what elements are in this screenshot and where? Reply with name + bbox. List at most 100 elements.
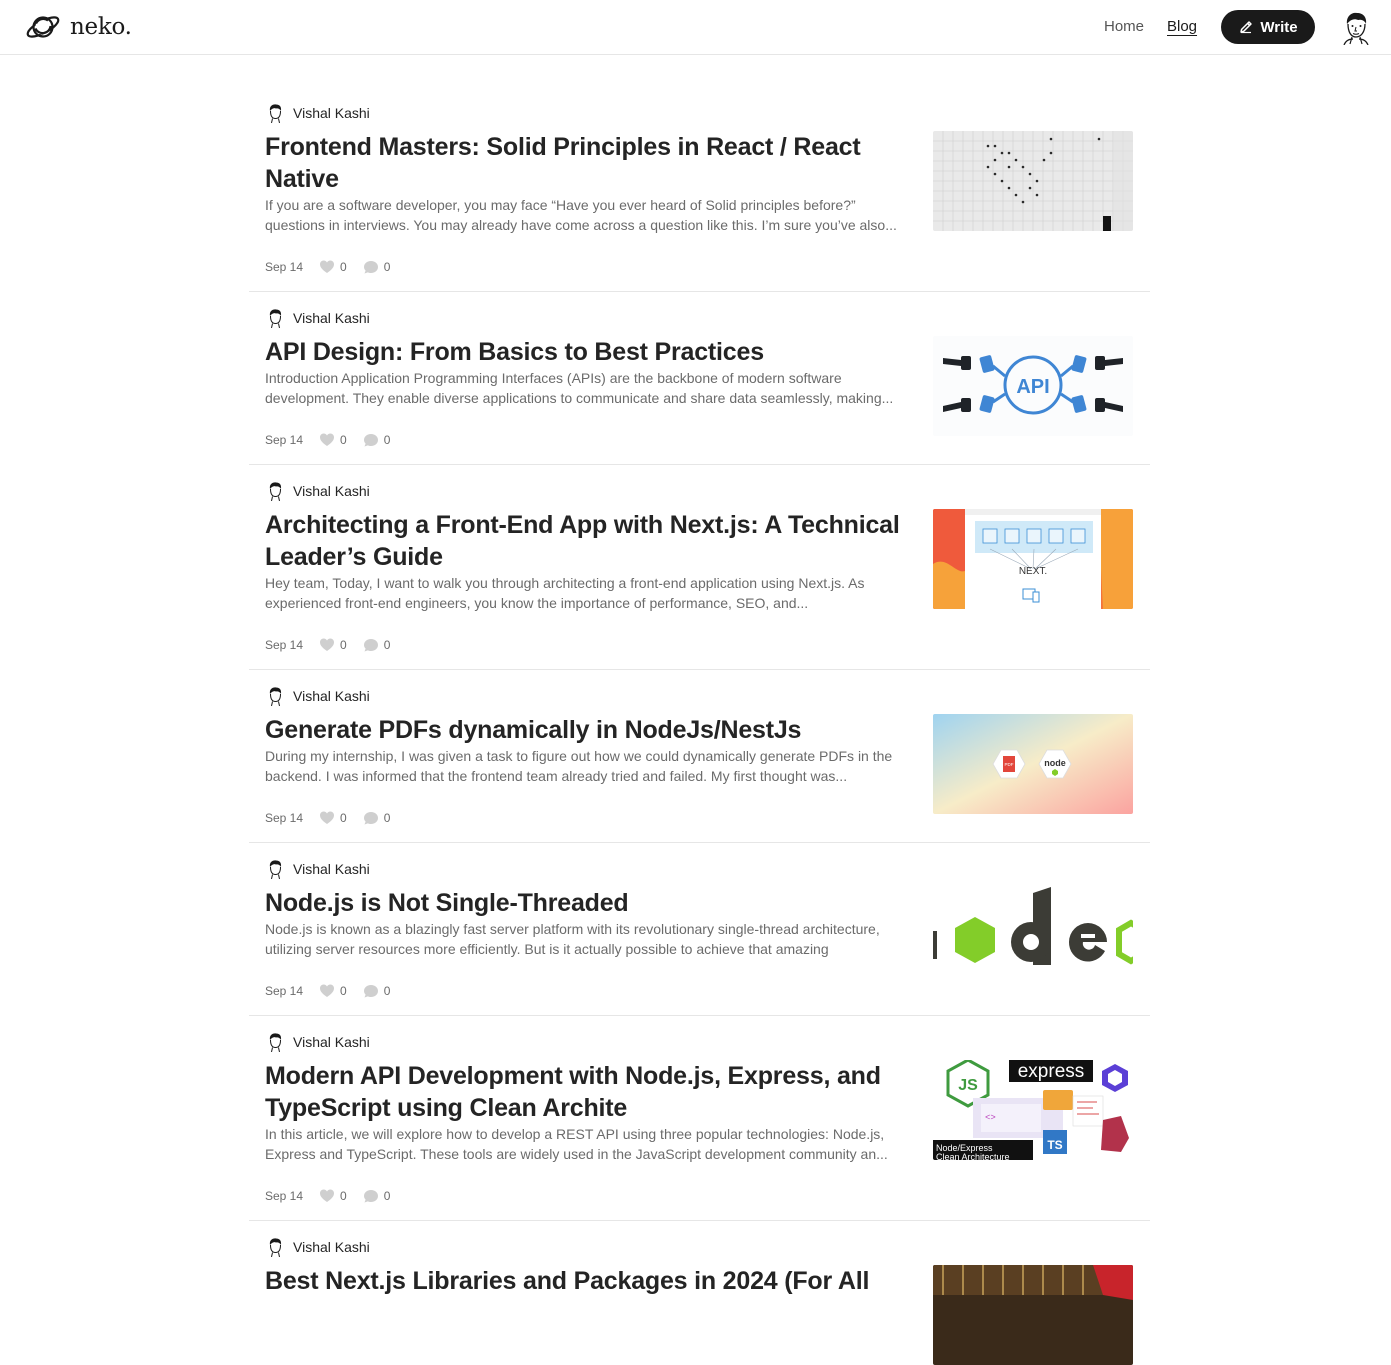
comment-stat[interactable]: 0	[363, 259, 391, 275]
post-thumbnail[interactable]: API	[933, 336, 1133, 436]
node-label: node	[1044, 758, 1066, 768]
post-excerpt: Introduction Application Programming Int…	[265, 370, 894, 406]
js-label: JS	[958, 1077, 978, 1094]
comment-count: 0	[383, 433, 391, 447]
author-name: Vishal Kashi	[293, 861, 370, 877]
author-avatar	[269, 482, 282, 501]
post-thumbnail[interactable]: PDF node	[933, 714, 1133, 814]
post-card: Vishal Kashi Node.js is Not Single-Threa…	[249, 843, 1150, 1016]
post-thumbnail[interactable]: NEXT.	[933, 509, 1133, 609]
comment-bubble-icon	[363, 261, 378, 274]
write-button[interactable]: Write	[1221, 10, 1315, 44]
like-stat[interactable]: 0	[319, 637, 347, 653]
post-card: Vishal Kashi Frontend Masters: Solid Pri…	[249, 55, 1150, 292]
post-excerpt: Node.js is known as a blazingly fast ser…	[265, 921, 880, 957]
author-name: Vishal Kashi	[293, 1239, 370, 1255]
post-card: Vishal Kashi Best Next.js Libraries and …	[249, 1221, 1150, 1365]
api-label: API	[1016, 376, 1049, 398]
post-author[interactable]: Vishal Kashi	[265, 103, 370, 123]
pdf-label: PDF	[1005, 762, 1014, 767]
user-avatar[interactable]	[1340, 11, 1372, 45]
post-title[interactable]: Generate PDFs dynamically in NodeJs/Nest…	[265, 714, 915, 746]
express-label: express	[1018, 1061, 1085, 1082]
post-card: Vishal Kashi Architecting a Front-End Ap…	[249, 465, 1150, 670]
comment-stat[interactable]: 0	[363, 983, 391, 999]
like-stat[interactable]: 0	[319, 983, 347, 999]
like-count: 0	[340, 1189, 347, 1203]
heart-icon	[320, 638, 335, 651]
post-author[interactable]: Vishal Kashi	[265, 308, 370, 328]
comment-bubble-icon	[363, 639, 378, 652]
heart-icon	[320, 811, 335, 824]
pdf-node-image: PDF node	[933, 714, 1133, 814]
comment-count: 0	[383, 984, 391, 998]
planet-icon	[26, 16, 60, 38]
post-title[interactable]: Architecting a Front-End App with Next.j…	[265, 509, 915, 573]
nav-blog-link[interactable]: Blog	[1167, 18, 1197, 35]
node-express-ts-image: express JS <> TS Node/Express Clean Arch…	[933, 1060, 1133, 1160]
logo-text: neko.	[70, 14, 132, 40]
post-author[interactable]: Vishal Kashi	[265, 481, 370, 501]
heart-icon	[320, 260, 335, 273]
post-card: Vishal Kashi API Design: From Basics to …	[249, 292, 1150, 465]
author-avatar	[269, 104, 282, 123]
post-date: Sep 14	[265, 811, 304, 825]
logo[interactable]: neko.	[24, 11, 132, 43]
post-card: Vishal Kashi Modern API Development with…	[249, 1016, 1150, 1221]
comment-count: 0	[383, 1189, 391, 1203]
like-stat[interactable]: 0	[319, 810, 347, 826]
next-label: NEXT.	[1019, 566, 1047, 577]
post-author[interactable]: Vishal Kashi	[265, 686, 370, 706]
comment-count: 0	[383, 260, 391, 274]
post-excerpt: During my internship, I was given a task…	[265, 748, 893, 784]
post-meta: Sep 14 0 0	[265, 432, 406, 448]
post-card: Vishal Kashi Generate PDFs dynamically i…	[249, 670, 1150, 843]
comment-bubble-icon	[363, 434, 378, 447]
post-title[interactable]: Modern API Development with Node.js, Exp…	[265, 1060, 915, 1124]
like-count: 0	[340, 433, 347, 447]
post-date: Sep 14	[265, 1189, 304, 1203]
comment-count: 0	[383, 638, 391, 652]
clean-architecture-label: Clean Architecture	[936, 1152, 1010, 1160]
author-name: Vishal Kashi	[293, 688, 370, 704]
post-excerpt: If you are a software developer, you may…	[265, 197, 897, 233]
post-title[interactable]: Best Next.js Libraries and Packages in 2…	[265, 1265, 915, 1297]
like-count: 0	[340, 811, 347, 825]
post-date: Sep 14	[265, 984, 304, 998]
post-title[interactable]: API Design: From Basics to Best Practice…	[265, 336, 915, 368]
post-date: Sep 14	[265, 433, 304, 447]
nav-home-link[interactable]: Home	[1104, 18, 1144, 35]
write-button-label: Write	[1260, 18, 1298, 36]
comment-stat[interactable]: 0	[363, 810, 390, 826]
post-thumbnail[interactable]: express JS <> TS Node/Express Clean Arch…	[933, 1060, 1133, 1160]
grid-paper-image	[933, 131, 1133, 231]
post-date: Sep 14	[265, 638, 304, 652]
post-title[interactable]: Node.js is Not Single-Threaded	[265, 887, 915, 919]
post-author[interactable]: Vishal Kashi	[265, 1032, 370, 1052]
comment-stat[interactable]: 0	[363, 637, 391, 653]
post-title[interactable]: Frontend Masters: Solid Principles in Re…	[265, 131, 915, 195]
like-stat[interactable]: 0	[319, 432, 347, 448]
post-meta: Sep 14 0 0	[265, 259, 406, 275]
post-thumbnail[interactable]	[933, 1265, 1133, 1365]
like-count: 0	[340, 984, 347, 998]
author-avatar	[269, 687, 282, 706]
post-thumbnail[interactable]	[933, 131, 1133, 231]
top-header: neko. Home Blog Write	[0, 0, 1391, 55]
like-stat[interactable]: 0	[319, 259, 347, 275]
like-stat[interactable]: 0	[319, 1188, 347, 1204]
post-meta: Sep 14 0 0	[265, 637, 406, 653]
author-name: Vishal Kashi	[293, 1034, 370, 1050]
post-author[interactable]: Vishal Kashi	[265, 1237, 370, 1257]
post-thumbnail[interactable]	[933, 887, 1133, 987]
author-name: Vishal Kashi	[293, 310, 370, 326]
post-meta: Sep 14 0 0	[265, 810, 406, 826]
svg-text:<>: <>	[985, 1113, 996, 1123]
post-author[interactable]: Vishal Kashi	[265, 859, 370, 879]
author-avatar	[269, 1238, 282, 1257]
comment-stat[interactable]: 0	[363, 1188, 391, 1204]
author-name: Vishal Kashi	[293, 105, 370, 121]
author-avatar	[269, 309, 282, 328]
post-excerpt: Hey team, Today, I want to walk you thro…	[265, 575, 865, 611]
comment-stat[interactable]: 0	[363, 432, 391, 448]
